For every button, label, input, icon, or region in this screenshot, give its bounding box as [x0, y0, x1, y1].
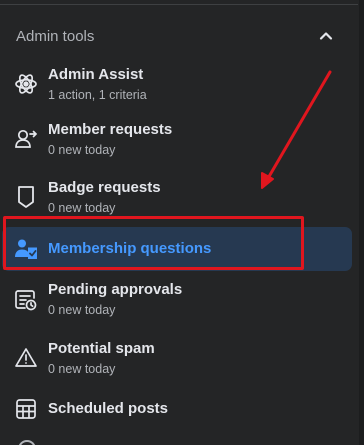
warning-icon [12, 344, 40, 372]
section-title: Admin tools [16, 27, 95, 45]
item-label: Badge requests [48, 179, 161, 196]
menu-item-badge-requests[interactable]: Badge requests 0 new today [0, 174, 352, 220]
item-subtitle: 1 action, 1 criteria [48, 88, 147, 102]
menu-item-pending-approvals[interactable]: Pending approvals 0 new today [0, 276, 352, 322]
item-subtitle: 0 new today [48, 201, 116, 215]
admin-assist-icon [12, 70, 40, 98]
menu-item-admin-assist[interactable]: Admin Assist 1 action, 1 criteria [0, 62, 352, 106]
menu-item-potential-spam[interactable]: Potential spam 0 new today [0, 335, 352, 381]
item-label: Potential spam [48, 340, 155, 357]
menu-item-scheduled-posts[interactable]: Scheduled posts [0, 393, 352, 425]
menu-item-member-requests[interactable]: Member requests 0 new today [0, 116, 352, 162]
membership-questions-icon [12, 235, 40, 263]
calendar-icon [12, 395, 40, 423]
item-label: Pending approvals [48, 281, 183, 298]
scrollbar-track[interactable] [359, 0, 364, 445]
item-subtitle: 0 new today [48, 303, 116, 317]
item-label: Member requests [48, 121, 173, 138]
pending-approvals-icon [12, 286, 40, 314]
menu-item-membership-questions[interactable]: Membership questions [2, 227, 352, 271]
admin-tools-panel: Admin tools Admin Assist 1 action, 1 cri… [0, 0, 364, 445]
next-item-icon [18, 440, 36, 445]
item-subtitle: 0 new today [48, 362, 116, 376]
member-requests-icon [12, 125, 40, 153]
chevron-up-icon[interactable] [316, 26, 336, 46]
item-label: Membership questions [48, 240, 212, 257]
divider [0, 4, 358, 5]
item-subtitle: 0 new today [48, 143, 116, 157]
admin-tools-header[interactable]: Admin tools [0, 18, 352, 54]
badge-icon [12, 183, 40, 211]
item-label: Admin Assist [48, 66, 144, 83]
item-label: Scheduled posts [48, 400, 169, 417]
